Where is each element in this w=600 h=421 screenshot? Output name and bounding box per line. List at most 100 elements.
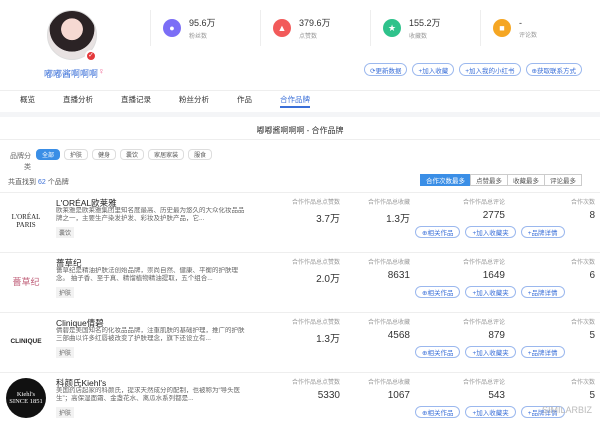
sort-most-collabs[interactable]: 合作次数最多 [420, 174, 471, 186]
tab-fans-analysis[interactable]: 粉丝分析 [179, 91, 209, 108]
add-xiaohongshu-button[interactable]: +加入我的小红书 [459, 63, 521, 76]
metric-collects: 合作作品总收藏 4568 [345, 317, 410, 341]
add-favorite-button[interactable]: +加入收藏夹 [465, 226, 516, 238]
related-works-button[interactable]: ⊕相关作品 [415, 286, 461, 298]
brand-detail-button[interactable]: +品牌详情 [520, 346, 565, 358]
metric-label: 合作作品总评论 [462, 380, 505, 386]
metric-likes: 合作作品总点赞数 2.0万 [265, 257, 340, 285]
get-contact-button[interactable]: ⊕获取联系方式 [525, 63, 582, 76]
metric-label: 合作作品总收藏 [367, 320, 410, 326]
brand-description: 美国药店起家的科颜氏，提求天然成分的配制，也被称为“导头医生”；高保湿面霜、金盏… [56, 387, 241, 402]
metric-label: 合作次数 [570, 260, 595, 266]
row-actions: ⊕相关作品 +加入收藏夹 +品牌详情 [415, 226, 565, 238]
total-count: 共直找到 62 个品牌 [8, 177, 69, 187]
metric-label: 合作次数 [570, 320, 595, 326]
metric-count: 合作次数 5 [545, 377, 595, 401]
thumb-icon: ▲ [273, 19, 291, 37]
add-favorite-button[interactable]: +加入收藏夹 [465, 286, 516, 298]
stat-comments: ■ - 评论数 [480, 10, 590, 46]
gender-female-icon: ♀ [98, 66, 105, 76]
profile-actions: ⟳更新数据 +加入收藏 +加入我的小红书 ⊕获取联系方式 [364, 63, 582, 76]
metric-comments: 合作作品总评论 879 [440, 317, 505, 341]
brand-description: 倩碧是美国知名的化妆品品牌，注重肌肤的基础护理，推广的护肤三部曲以许多红唇被改变… [56, 327, 245, 342]
metric-label: 合作作品总收藏 [367, 380, 410, 386]
metric-comments: 合作作品总评论 2775 [440, 197, 505, 221]
tab-overview[interactable]: 概览 [20, 91, 35, 108]
metric-likes: 合作作品总点赞数 1.3万 [265, 317, 340, 345]
brand-logo-loreal: L'ORÉAL PARIS [11, 213, 41, 229]
metric-label: 合作作品总点赞数 [291, 380, 340, 386]
related-works-button[interactable]: ⊕相关作品 [415, 226, 461, 238]
table-row: Kiehl's SINCE 1851 科颜氏Kiehl's 美国药店起家的科颜氏… [0, 372, 600, 421]
metric-likes: 合作作品总点赞数 5330 [265, 377, 340, 401]
metric-collects: 合作作品总收藏 1067 [345, 377, 410, 401]
sort-most-collects[interactable]: 收藏最多 [507, 174, 545, 186]
metric-label: 合作作品总评论 [462, 260, 505, 266]
row-actions: ⊕相关作品 +加入收藏夹 +品牌详情 [415, 346, 565, 358]
stat-value: 95.6万 [189, 18, 216, 28]
metric-value: 5330 [317, 390, 340, 401]
table-row: 薔草纪 薔草纪 薔草纪是精油护肤法创始品牌，崇尚自然、健康、平衡的护肤理念。 抽… [0, 252, 600, 312]
metric-collects: 合作作品总收藏 8631 [345, 257, 410, 281]
brand-detail-button[interactable]: +品牌详情 [520, 226, 565, 238]
table-row: CLINIQUE Clinique倩碧 倩碧是美国知名的化妆品品牌，注重肌肤的基… [0, 312, 600, 372]
stat-value: - [519, 17, 522, 28]
brand-detail-button[interactable]: +品牌详情 [520, 286, 565, 298]
sort-most-likes[interactable]: 点赞最多 [470, 174, 508, 186]
metric-value: 8631 [387, 270, 410, 281]
metric-value: 543 [488, 390, 505, 401]
metric-likes: 合作作品总点赞数 3.7万 [265, 197, 340, 225]
add-favorite-button[interactable]: +加入收藏夹 [465, 406, 516, 418]
nickname[interactable]: 嘟嘟酱啊啊啊 [44, 67, 98, 80]
tab-works[interactable]: 作品 [237, 91, 252, 108]
page-title: 嘟嘟酱啊啊啊 - 合作品牌 [256, 126, 344, 135]
metric-value: 879 [488, 330, 505, 341]
total-prefix: 共直找到 [8, 179, 36, 186]
related-works-button[interactable]: ⊕相关作品 [415, 346, 461, 358]
refresh-data-button[interactable]: ⟳更新数据 [364, 63, 408, 76]
metric-collects: 合作作品总收藏 1.3万 [345, 197, 410, 225]
metric-label: 合作作品总点赞数 [291, 260, 340, 266]
brand-tag: 囊饮 [56, 227, 75, 238]
chip-food[interactable]: 囊饮 [120, 149, 145, 160]
related-works-button[interactable]: ⊕相关作品 [415, 406, 461, 418]
chip-all[interactable]: 全部 [36, 149, 61, 160]
metric-count: 合作次数 8 [545, 197, 595, 221]
filter-label: 类 [24, 164, 31, 171]
tab-live-analysis[interactable]: 直播分析 [63, 91, 93, 108]
add-favorite-button[interactable]: +加入收藏夹 [465, 346, 516, 358]
watermark: SIMILARBIZ [541, 405, 592, 415]
brand-tag: 护肤 [56, 287, 75, 298]
chip-fitness[interactable]: 健身 [92, 149, 117, 160]
stat-fans: ● 95.6万 粉丝数 [150, 10, 260, 46]
metric-label: 合作作品总评论 [462, 200, 505, 206]
profile-card: ✓ 嘟嘟酱啊啊啊 ♀ ● 95.6万 粉丝数 ▲ 379.6万 点赞数 ★ 155.… [0, 0, 600, 112]
chip-skincare[interactable]: 护肤 [64, 149, 89, 160]
metric-label: 合作次数 [570, 200, 595, 206]
tab-brands[interactable]: 合作品牌 [280, 91, 310, 108]
chip-home[interactable]: 家居家装 [148, 149, 185, 160]
add-favorite-button[interactable]: +加入收藏 [412, 63, 455, 76]
metric-label: 合作作品总点赞数 [291, 320, 340, 326]
metric-value: 4568 [387, 330, 410, 341]
brand-description: 薔草纪是精油护肤法创始品牌，崇尚自然、健康、平衡的护肤理念。 抽子香、至于真、精… [56, 267, 238, 282]
profile-tabs: 概览 直播分析 直播记录 粉丝分析 作品 合作品牌 [0, 90, 600, 108]
sort-most-comments[interactable]: 评论最多 [544, 174, 582, 186]
user-icon: ● [163, 19, 181, 37]
metric-comments: 合作作品总评论 543 [440, 377, 505, 401]
stat-value: 379.6万 [299, 18, 331, 28]
star-icon: ★ [383, 19, 401, 37]
brand-description: 欧莱雅是欧莱雅集团里知名度最高、历史最为悠久的大众化妆品品牌之一，主要生产染发护… [56, 207, 245, 222]
chip-fashion[interactable]: 服食 [188, 149, 213, 160]
metric-value: 1649 [482, 270, 505, 281]
metric-value: 1.3万 [316, 334, 340, 345]
sort-options: 合作次数最多 点赞最多 收藏最多 评论最多 [420, 174, 582, 186]
filter-label: 品牌分 [10, 153, 31, 160]
brand-logo-kiehls: Kiehl's SINCE 1851 [6, 378, 46, 418]
stat-likes: ▲ 379.6万 点赞数 [260, 10, 370, 46]
tab-live-records[interactable]: 直播记录 [121, 91, 151, 108]
metric-label: 合作作品总收藏 [367, 200, 410, 206]
metric-count: 合作次数 5 [545, 317, 595, 341]
stats-bar: ● 95.6万 粉丝数 ▲ 379.6万 点赞数 ★ 155.2万 收藏数 ■ - 评论… [150, 10, 590, 46]
total-number: 62 [37, 179, 46, 186]
